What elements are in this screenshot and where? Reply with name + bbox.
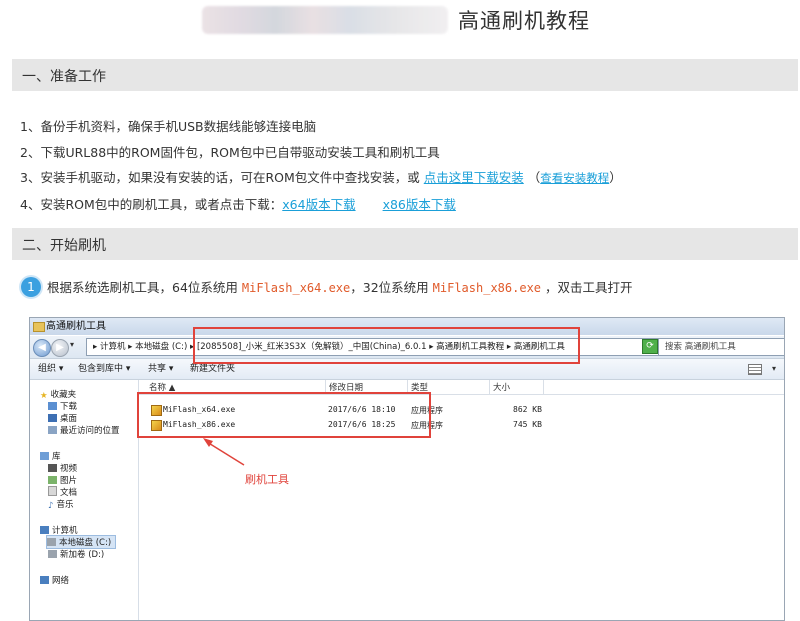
annotation-arrow [203, 438, 245, 466]
annotation-label: 刷机工具 [245, 473, 289, 486]
